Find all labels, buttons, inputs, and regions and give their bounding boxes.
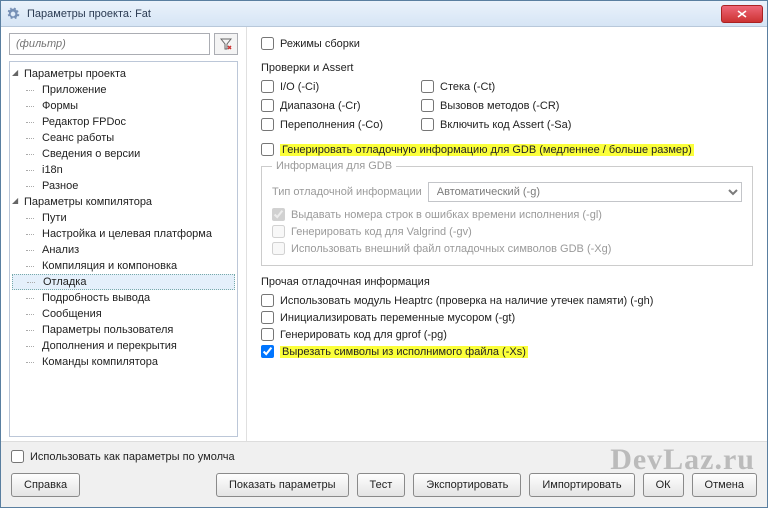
check-assert[interactable]: Включить код Assert (-Sa) — [421, 116, 753, 133]
footer: Использовать как параметры по умолча Спр… — [1, 441, 767, 507]
content-panel: Режимы сборки Проверки и Assert I/O (-Ci… — [247, 27, 767, 443]
filter-clear-button[interactable] — [214, 33, 238, 55]
tree-item[interactable]: Анализ — [12, 242, 235, 258]
dbg-type-label: Тип отладочной информации — [272, 186, 422, 198]
check-method[interactable]: Вызовов методов (-CR) — [421, 97, 753, 114]
tree-item[interactable]: Параметры пользователя — [12, 322, 235, 338]
use-defaults-check[interactable]: Использовать как параметры по умолча — [11, 448, 757, 465]
checks-header: Проверки и Assert — [261, 62, 753, 74]
gdb-group: Информация для GDB Тип отладочной информ… — [261, 160, 753, 266]
check-io[interactable]: I/O (-Ci) — [261, 78, 411, 95]
tree-item[interactable]: Отладка — [12, 274, 235, 290]
tree-item[interactable]: Дополнения и перекрытия — [12, 338, 235, 354]
tree-group[interactable]: Параметры компилятора — [12, 194, 235, 210]
valgrind-check: Генерировать код для Valgrind (-gv) — [272, 223, 742, 240]
gear-icon — [5, 6, 21, 22]
help-button[interactable]: Справка — [11, 473, 80, 497]
show-params-button[interactable]: Показать параметры — [216, 473, 349, 497]
close-button[interactable] — [721, 5, 763, 23]
build-modes-check[interactable]: Режимы сборки — [261, 35, 753, 52]
check-stack[interactable]: Стека (-Ct) — [421, 78, 753, 95]
trash-check[interactable]: Инициализировать переменные мусором (-gt… — [261, 309, 753, 326]
check-overflow[interactable]: Переполнения (-Co) — [261, 116, 411, 133]
tree-item[interactable]: Формы — [12, 98, 235, 114]
ext-sym-check: Использовать внешний файл отладочных сим… — [272, 240, 742, 257]
tree-item[interactable]: Разное — [12, 178, 235, 194]
titlebar: Параметры проекта: Fat — [1, 1, 767, 27]
export-button[interactable]: Экспортировать — [413, 473, 521, 497]
import-button[interactable]: Импортировать — [529, 473, 634, 497]
filter-input[interactable] — [9, 33, 210, 55]
check-range[interactable]: Диапазона (-Cr) — [261, 97, 411, 114]
nav-tree[interactable]: Параметры проектаПриложениеФормыРедактор… — [9, 61, 238, 437]
ok-button[interactable]: ОК — [643, 473, 684, 497]
tree-group[interactable]: Параметры проекта — [12, 66, 235, 82]
tree-item[interactable]: Пути — [12, 210, 235, 226]
gdb-legend: Информация для GDB — [272, 160, 396, 172]
tree-item[interactable]: Сообщения — [12, 306, 235, 322]
dbg-type-select: Автоматический (-g) — [428, 182, 742, 202]
tree-item[interactable]: i18n — [12, 162, 235, 178]
strip-check[interactable]: Вырезать символы из исполнимого файла (-… — [261, 343, 753, 360]
tree-item[interactable]: Настройка и целевая платформа — [12, 226, 235, 242]
gprof-check[interactable]: Генерировать код для gprof (-pg) — [261, 326, 753, 343]
cancel-button[interactable]: Отмена — [692, 473, 757, 497]
tree-item[interactable]: Сведения о версии — [12, 146, 235, 162]
tree-item[interactable]: Приложение — [12, 82, 235, 98]
tree-item[interactable]: Сеанс работы — [12, 130, 235, 146]
tree-item[interactable]: Команды компилятора — [12, 354, 235, 370]
tree-item[interactable]: Подробность вывода — [12, 290, 235, 306]
heaptrc-check[interactable]: Использовать модуль Heaptrc (проверка на… — [261, 292, 753, 309]
window-title: Параметры проекта: Fat — [27, 8, 721, 20]
left-panel: Параметры проектаПриложениеФормыРедактор… — [1, 27, 247, 443]
test-button[interactable]: Тест — [357, 473, 406, 497]
other-header: Прочая отладочная информация — [261, 276, 753, 288]
line-info-check: Выдавать номера строк в ошибках времени … — [272, 206, 742, 223]
gen-debug-check[interactable]: Генерировать отладочную информацию для G… — [261, 141, 753, 158]
tree-item[interactable]: Редактор FPDoc — [12, 114, 235, 130]
tree-item[interactable]: Компиляция и компоновка — [12, 258, 235, 274]
